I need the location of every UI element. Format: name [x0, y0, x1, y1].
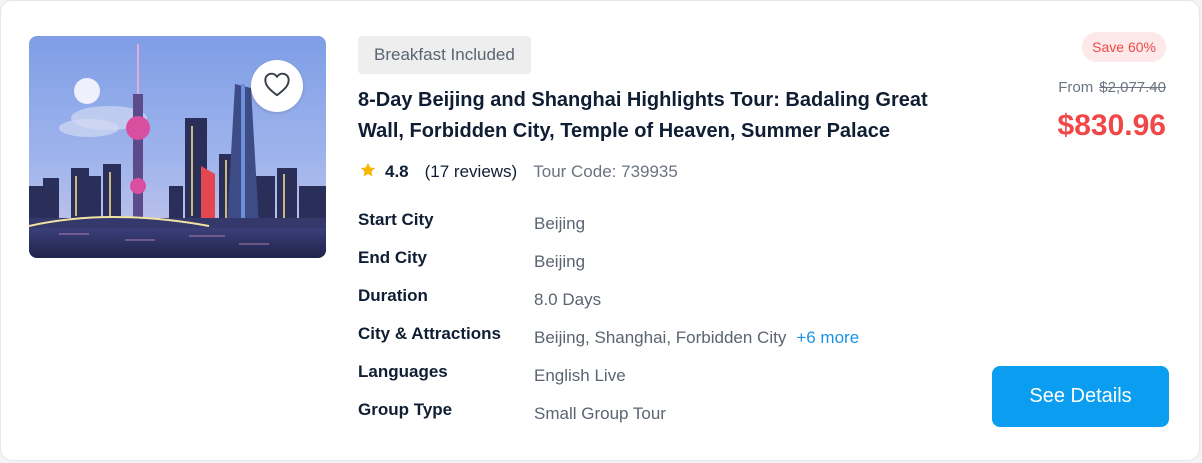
current-price: $830.96	[1057, 109, 1166, 142]
breakfast-tag: Breakfast Included	[358, 36, 531, 74]
detail-value: 8.0 Days	[534, 290, 602, 309]
rating-score: 4.8	[385, 162, 409, 181]
star-icon	[359, 161, 377, 184]
save-badge: Save 60%	[1082, 32, 1166, 62]
from-label: From	[1058, 79, 1094, 96]
detail-value: Beijing	[534, 214, 586, 233]
detail-label: Duration	[358, 286, 428, 305]
tour-title[interactable]: 8-Day Beijing and Shanghai Highlights To…	[358, 85, 928, 147]
favorite-button[interactable]	[251, 60, 303, 112]
detail-label: Start City	[358, 210, 434, 229]
see-details-button[interactable]: See Details	[992, 366, 1169, 427]
more-attractions-link[interactable]: +6 more	[796, 328, 859, 347]
detail-label: Group Type	[358, 400, 453, 419]
original-price: $2,077.40	[1099, 79, 1166, 96]
from-price-row: From $2,077.40	[1058, 79, 1166, 96]
detail-label: Languages	[358, 362, 448, 381]
rating-row: 4.8 (17 reviews) Tour Code: 739935	[359, 160, 678, 184]
detail-value: Small Group Tour	[534, 404, 666, 423]
detail-label: City & Attractions	[358, 324, 501, 343]
detail-label: End City	[358, 248, 427, 267]
detail-value: Beijing, Shanghai, Forbidden City +6 more	[534, 328, 859, 348]
review-count[interactable]: (17 reviews)	[425, 162, 518, 182]
attractions-text: Beijing, Shanghai, Forbidden City	[534, 328, 787, 347]
heart-icon	[262, 70, 292, 102]
detail-value: English Live	[534, 366, 626, 385]
tour-code: Tour Code: 739935	[533, 162, 678, 181]
detail-value: Beijing	[534, 252, 586, 271]
tour-card: Breakfast Included 8-Day Beijing and Sha…	[0, 0, 1200, 461]
